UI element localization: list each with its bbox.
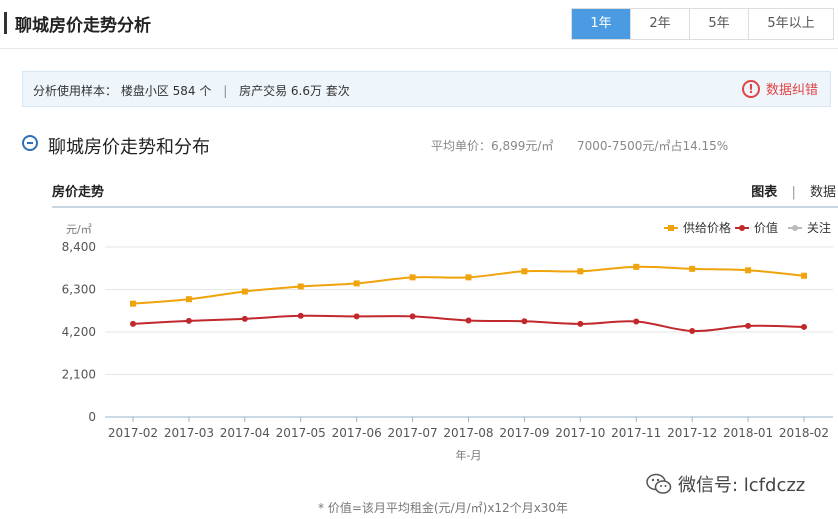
period-tabs: 1年 2年 5年 5年以上 [571,8,834,40]
sample-label: 分析使用样本： [33,84,118,98]
y-tick-label: 8,400 [62,240,96,254]
value-point [241,315,248,322]
legend-item[interactable]: 关注 [788,220,831,235]
legend-label: 价值 [754,220,778,235]
supply-price-point [633,263,640,270]
sample-text: 分析使用样本： 楼盘小区 584 个 | 房产交易 6.6万 套次 [33,82,350,99]
x-tick-label: 2017-05 [276,426,326,440]
value-point [521,318,528,325]
tab-2-years[interactable]: 2年 [630,9,689,39]
x-tick-label: 2017-10 [555,426,605,440]
legend-item[interactable]: 供给价格 [664,220,731,235]
supply-price-point [801,272,807,279]
x-tick-label: 2017-04 [220,426,270,440]
x-tick-label: 2018-01 [723,426,773,440]
supply-price-point [465,274,472,281]
chart-header: 房价走势 图表 | 数据 [52,179,838,208]
page-title: 聊城房价走势分析 [15,16,151,36]
wechat-watermark: 微信号: lcfdczz [646,471,805,497]
value-point [353,313,360,320]
collapse-icon[interactable] [22,135,38,151]
tab-1-year[interactable]: 1年 [572,9,630,39]
price-trend-chart: 0 2,100 4,200 6,300 8,400 元/㎡ 2017-02 2017-03 20… [62,220,833,462]
price-range-share: 7000-7500元/㎡占14.15% [577,139,729,153]
wechat-icon [646,473,672,494]
x-tick-label: 2017-02 [108,426,158,440]
supply-price-point [577,268,584,275]
value-point [577,320,584,327]
sample-community-count: 楼盘小区 584 个 [120,84,212,98]
sample-separator: | [223,84,228,98]
value-point [465,317,472,324]
legend-label: 供给价格 [683,220,731,235]
y-tick-label: 2,100 [62,368,96,382]
value-point [801,323,807,330]
y-tick-label: 0 [88,410,96,424]
x-tick-label: 2017-09 [499,426,549,440]
sample-transaction-count: 房产交易 6.6万 套次 [239,84,350,98]
supply-price-line [132,265,805,305]
error-report-button[interactable]: ! 数据纠错 [741,79,818,98]
x-tick-label: 2017-11 [611,426,661,440]
x-tick-label: 2017-06 [332,426,382,440]
value-point [297,312,304,319]
y-tick-label: 6,300 [62,283,96,297]
value-point [130,320,136,327]
view-separator: | [791,185,796,200]
legend-item[interactable]: 价值 [735,220,778,235]
tab-5-years[interactable]: 5年 [689,9,748,39]
x-tick-label: 2017-07 [388,426,438,440]
error-report-label: 数据纠错 [765,83,818,98]
x-tick-label: 2017-12 [667,426,717,440]
sample-info-bar: 分析使用样本： 楼盘小区 584 个 | 房产交易 6.6万 套次 ! 数据纠错 [22,71,831,107]
value-point [409,313,416,320]
tab-over-5-years[interactable]: 5年以上 [748,9,833,39]
supply-price-point [353,280,360,287]
average-price: 平均单价：6,899元/㎡ [431,139,554,153]
supply-price-point [689,265,696,272]
y-tick-label: 4,200 [62,325,96,339]
title-accent-bar [4,12,7,34]
supply-price-point [241,288,248,295]
value-point [185,317,192,324]
supply-price-point [297,283,304,290]
error-icon: ! [741,79,760,98]
supply-price-point [745,267,752,274]
legend-marker [792,225,798,231]
legend-label: 关注 [807,220,831,235]
supply-price-point [130,300,136,307]
supply-price-point [185,296,192,303]
value-point [689,327,696,334]
legend-marker [739,225,745,231]
view-data-tab[interactable]: 数据 [810,185,836,200]
view-chart-tab[interactable]: 图表 [751,185,777,200]
legend-marker [668,225,674,231]
x-tick-label: 2017-03 [164,426,214,440]
x-axis-label: 年-月 [456,448,482,462]
supply-price-point [521,268,528,275]
chart-panel-label: 房价走势 [52,185,105,200]
footnote: * 价值=该月平均租金(元/月/㎡)x12个月x30年 [318,501,569,515]
watermark-text: 微信号: lcfdczz [678,475,806,496]
view-tabs: 图表 | 数据 [751,181,836,200]
x-tick-label: 2018-02 [779,426,829,440]
value-point [745,322,752,329]
top-bar: 聊城房价走势分析 1年 2年 5年 5年以上 [0,0,838,49]
section-title: 聊城房价走势和分布 [48,137,210,158]
value-point [633,318,640,325]
x-tick-label: 2017-08 [443,426,493,440]
y-axis-label: 元/㎡ [66,223,92,236]
supply-price-point [409,274,416,281]
